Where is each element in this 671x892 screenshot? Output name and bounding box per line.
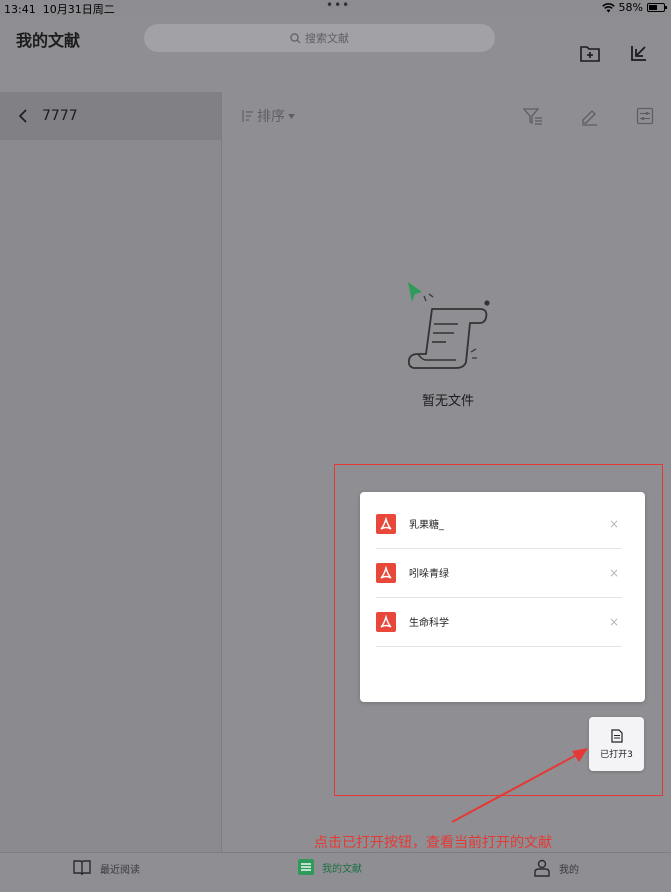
- pdf-icon: [376, 513, 396, 534]
- user-icon: [534, 859, 550, 877]
- opened-document-item[interactable]: 乳果糖_ ×: [376, 499, 622, 549]
- tab-my-documents[interactable]: 我的文献: [298, 859, 362, 875]
- close-icon[interactable]: ×: [606, 615, 622, 629]
- sort-button[interactable]: 排序: [240, 106, 295, 126]
- filter-icon: [522, 108, 542, 125]
- tab-label: 最近阅读: [100, 864, 140, 876]
- annotation-arrow: [451, 748, 588, 823]
- edit-button[interactable]: [576, 103, 602, 129]
- opened-documents-label: 已打开3: [600, 749, 633, 760]
- add-folder-button[interactable]: [577, 40, 603, 66]
- tab-label: 我的: [559, 864, 579, 876]
- list-icon: [298, 859, 314, 875]
- close-icon[interactable]: ×: [606, 566, 622, 580]
- tab-label: 我的文献: [322, 863, 362, 875]
- folder-name: 7777: [42, 108, 78, 124]
- opened-document-item[interactable]: 吲哚青绿 ×: [376, 548, 622, 598]
- battery-percent: 58%: [618, 1, 643, 14]
- pdf-icon: [376, 611, 396, 632]
- empty-state-label: 暂无文件: [421, 394, 474, 409]
- sidebar: [0, 92, 222, 852]
- settings-button[interactable]: [632, 103, 658, 129]
- tab-me[interactable]: 我的: [533, 859, 579, 877]
- search-placeholder: 搜索文献: [305, 32, 349, 45]
- wifi-icon: [601, 2, 615, 12]
- document-name: 生命科学: [409, 618, 449, 629]
- add-folder-icon: [580, 46, 600, 62]
- opened-document-item[interactable]: 生命科学 ×: [376, 597, 622, 647]
- sort-label: 排序: [257, 109, 285, 125]
- filter-button[interactable]: [520, 103, 546, 129]
- book-icon: [73, 860, 91, 876]
- document-name: 乳果糖_: [409, 520, 444, 531]
- import-button[interactable]: [626, 40, 652, 66]
- chevron-left-icon: [18, 109, 27, 123]
- settings-icon: [636, 107, 654, 125]
- tab-recent[interactable]: 最近阅读: [72, 859, 140, 877]
- search-icon: [290, 32, 301, 43]
- page-title: 我的文献: [16, 31, 81, 50]
- import-icon: [631, 46, 646, 61]
- document-name: 吲哚青绿: [409, 569, 449, 580]
- sort-icon: [242, 110, 253, 122]
- pdf-icon: [376, 562, 396, 583]
- battery-icon: [647, 3, 667, 12]
- status-bar: 13:41 10月31日周二 ••• 58%: [0, 0, 671, 16]
- multitask-dots[interactable]: •••: [326, 0, 350, 12]
- caret-down-icon: [288, 113, 295, 119]
- search-input[interactable]: 搜索文献: [144, 24, 495, 52]
- document-icon: [610, 728, 623, 743]
- close-icon[interactable]: ×: [606, 517, 622, 531]
- edit-icon: [582, 110, 597, 126]
- annotation-text: 点击已打开按钮，查看当前打开的文献: [314, 835, 552, 851]
- empty-document-illustration: [407, 282, 490, 369]
- sidebar-folder-item[interactable]: 7777: [0, 92, 221, 140]
- status-time: 13:41 10月31日周二: [4, 3, 115, 16]
- opened-documents-popup: 乳果糖_ × 吲哚青绿 × 生命科学 ×: [360, 492, 645, 702]
